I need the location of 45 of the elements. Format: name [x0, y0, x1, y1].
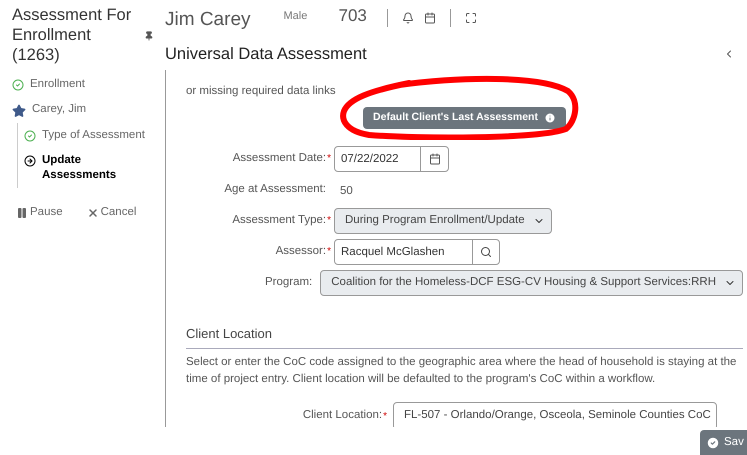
arrow-circle-icon — [24, 155, 36, 167]
client-id: 703 — [338, 6, 367, 26]
step-label[interactable]: Enrollment — [30, 77, 85, 92]
fullscreen-icon[interactable] — [464, 12, 477, 24]
pause-button[interactable]: Pause — [16, 204, 63, 222]
field-label: Assessment Type: — [232, 212, 326, 228]
calendar-icon[interactable] — [424, 12, 436, 24]
default-assessment-button[interactable]: Default Client's Last Assessment — [363, 107, 566, 129]
select-field[interactable]: During Program Enrollment/Update — [334, 208, 552, 234]
pin-icon[interactable] — [144, 31, 154, 41]
age-value: 50 — [339, 184, 354, 196]
field-label: Age at Assessment: — [224, 182, 326, 197]
search-field[interactable]: Racquel McGlashen — [334, 238, 500, 264]
assessment-title: Universal Data Assessment — [165, 44, 367, 65]
pause-icon — [16, 206, 28, 219]
field-label: Assessment Date: — [232, 150, 326, 166]
notice-text: or missing required data links — [186, 84, 337, 99]
required-mark: * — [383, 410, 387, 424]
check-circle-icon — [12, 79, 24, 91]
required-mark: * — [327, 214, 331, 228]
step-label[interactable]: Carey, Jim — [32, 102, 86, 117]
check-circle-icon — [24, 130, 36, 142]
date-field[interactable]: 07/22/2022 — [334, 146, 449, 172]
required-mark: * — [327, 245, 331, 259]
save-button[interactable]: Sav — [700, 430, 747, 455]
required-mark: * — [327, 152, 331, 166]
step-label[interactable]: Type of Assessment — [42, 128, 145, 143]
close-icon — [86, 206, 99, 219]
field-label: Assessor: — [276, 244, 326, 259]
client-name: Jim Carey — [165, 8, 251, 32]
search-icon[interactable] — [480, 246, 492, 258]
section-heading: Client Location — [186, 326, 272, 341]
field-label: Client Location: — [302, 408, 382, 424]
check-circle-icon — [706, 436, 720, 450]
star-icon — [12, 104, 26, 118]
section-description: Select or enter the CoC code assigned to the geographic area where the head of household is staying at the time of project entry. Client location will be defaulted to the program's CoC within a workflow. — [186, 355, 738, 387]
bell-icon[interactable] — [402, 12, 414, 24]
field-label: Program: — [264, 274, 312, 290]
page-title: Assessment For Enrollment (1263) — [12, 5, 132, 65]
select-field[interactable]: FL-507 - Orlando/Orange, Osceola, Seminole Counties CoC — [393, 402, 717, 427]
select-field[interactable]: Coalition for the Homeless-DCF ESG-CV Housing & Support Services:RRH — [320, 270, 743, 296]
gender-text: Male — [284, 9, 308, 23]
calendar-icon[interactable] — [428, 152, 440, 164]
cancel-button[interactable]: Cancel — [86, 204, 136, 222]
info-icon — [544, 112, 556, 124]
